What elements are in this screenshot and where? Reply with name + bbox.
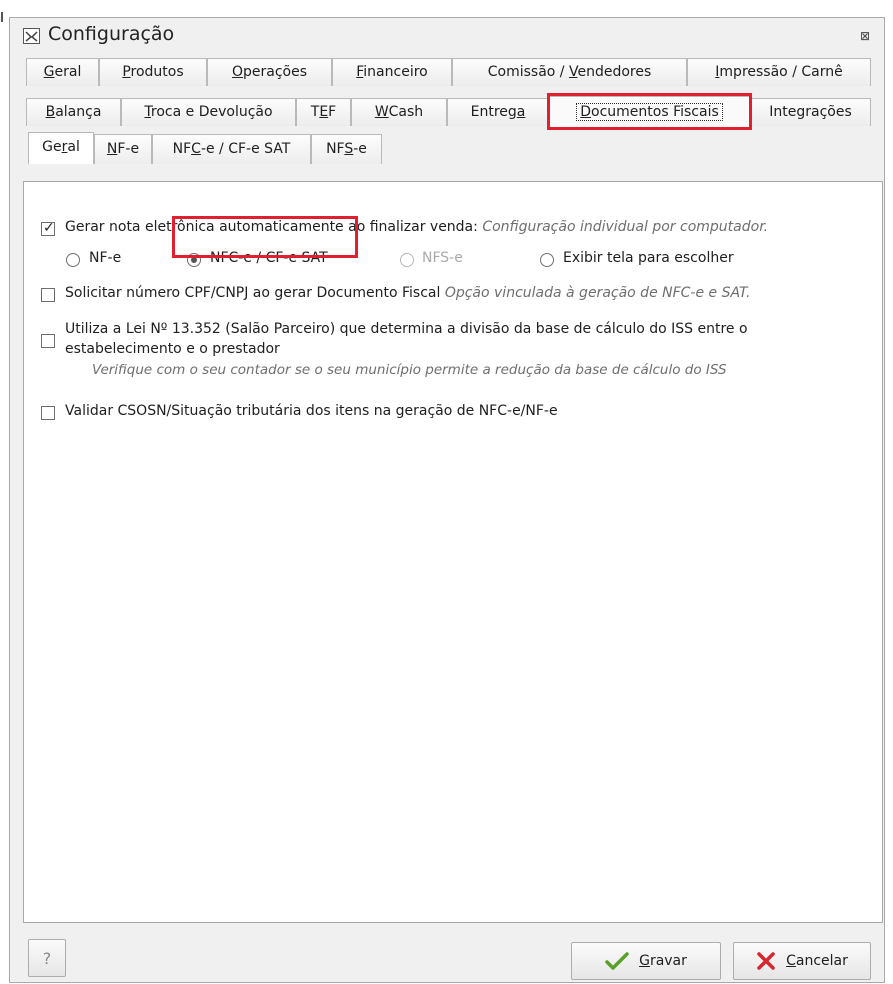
cpf-cnpj-row: Solicitar número CPF/CNPJ ao gerar Docum… [65, 285, 750, 301]
help-icon: ? [42, 948, 52, 968]
lei-salao-parceiro-checkbox[interactable] [41, 334, 55, 348]
left-edge [0, 0, 9, 984]
tab-impressao-carne[interactable]: Impressão / Carnê [687, 58, 871, 86]
lei-line1: Utiliza a Lei Nº 13.352 (Salão Parceiro)… [65, 321, 748, 337]
cpf-cnpj-checkbox[interactable] [41, 288, 55, 302]
tab-entrega[interactable]: Entrega [447, 98, 549, 126]
tab-geral[interactable]: Geral [26, 58, 99, 86]
config-window: Configuração ⊠ Geral Produtos Operações … [9, 17, 885, 983]
cancelar-button[interactable]: Cancelar [733, 942, 871, 980]
cpf-cnpj-hint: Opção vinculada à geração de NFC-e e SAT… [444, 285, 751, 301]
tab-integracoes[interactable]: Integrações [750, 98, 871, 126]
subtab-label: NF-e [106, 141, 140, 157]
tab-label: Balança [45, 104, 102, 120]
tab-operacoes[interactable]: Operações [207, 58, 332, 86]
subtab-label: NFC-e / CF-e SAT [172, 141, 291, 157]
radio-nfse-label: NFS-e [422, 250, 463, 266]
radio-nfe-label: NF-e [89, 250, 122, 266]
tab-label: Comissão / Vendedores [487, 64, 652, 80]
gravar-label: Gravar [639, 953, 687, 969]
tab-label: WCash [374, 104, 424, 120]
edge-mark [1, 12, 3, 22]
cancelar-label: Cancelar [786, 953, 848, 969]
subtab-nfce-cfe-sat[interactable]: NFC-e / CF-e SAT [152, 134, 311, 164]
tab-label: TEF [310, 104, 337, 120]
tab-wcash[interactable]: WCash [351, 98, 447, 126]
tab-label: Operações [231, 64, 308, 80]
tab-label: Integrações [769, 104, 852, 120]
tab-label: Financeiro [356, 64, 428, 80]
help-button[interactable]: ? [28, 939, 66, 977]
close-icon[interactable]: ⊠ [856, 28, 874, 44]
tab-label: Entrega [470, 104, 526, 120]
tab-documentos-fiscais[interactable]: Documentos Fiscais [549, 96, 750, 128]
radio-nfse [400, 253, 414, 267]
radio-nfce-cfe-sat[interactable] [187, 253, 201, 267]
window-title: Configuração [48, 23, 175, 45]
subtab-nfse[interactable]: NFS-e [311, 134, 382, 164]
radio-nfe[interactable] [66, 253, 80, 267]
tab-label: Produtos [122, 64, 184, 80]
tab-tef[interactable]: TEF [296, 98, 351, 126]
tab-financeiro[interactable]: Financeiro [332, 58, 452, 86]
tab-balanca[interactable]: Balança [26, 98, 121, 126]
auto-nf-checkbox[interactable]: ✓ [41, 220, 55, 236]
tab-label: Geral [43, 64, 82, 80]
auto-nf-label: Gerar nota eletrônica automaticamente ao… [65, 219, 478, 235]
lei-hint: Verifique com o seu contador se o seu mu… [92, 362, 727, 378]
tab-label: Documentos Fiscais [576, 103, 723, 121]
validar-csosn-checkbox[interactable] [41, 406, 55, 420]
tab-label: Impressão / Carnê [715, 64, 843, 80]
close-x-icon [756, 951, 776, 971]
radio-exibir-tela[interactable] [540, 253, 554, 267]
tab-label: Troca e Devolução [144, 104, 273, 120]
check-icon [605, 952, 629, 970]
gravar-button[interactable]: Gravar [571, 942, 721, 980]
radio-exibir-tela-label: Exibir tela para escolher [563, 250, 734, 266]
subtab-geral[interactable]: Geral [28, 132, 94, 164]
subtab-nfe[interactable]: NF-e [94, 134, 152, 164]
auto-nf-hint: Configuração individual por computador. [482, 219, 769, 235]
title-bar: Configuração ⊠ [10, 18, 884, 52]
cpf-cnpj-label: Solicitar número CPF/CNPJ ao gerar Docum… [65, 285, 441, 301]
tab-produtos[interactable]: Produtos [99, 58, 207, 86]
subtab-label: Geral [42, 139, 80, 155]
subtab-label: NFS-e [326, 141, 367, 157]
validar-csosn-label: Validar CSOSN/Situação tributária dos it… [65, 403, 558, 419]
check-icon: ✓ [43, 220, 55, 236]
lei-line2: estabelecimento e o prestador [65, 341, 280, 357]
radio-selected-dot [191, 257, 197, 263]
auto-nf-row: Gerar nota eletrônica automaticamente ao… [65, 219, 768, 235]
tab-comissao-vendedores[interactable]: Comissão / Vendedores [452, 58, 687, 86]
app-config-icon [23, 28, 40, 44]
radio-nfce-label: NFC-e / CF-e SAT [210, 250, 328, 266]
geral-panel: ✓ Gerar nota eletrônica automaticamente … [23, 181, 883, 923]
tab-troca-devolucao[interactable]: Troca e Devolução [121, 98, 296, 126]
